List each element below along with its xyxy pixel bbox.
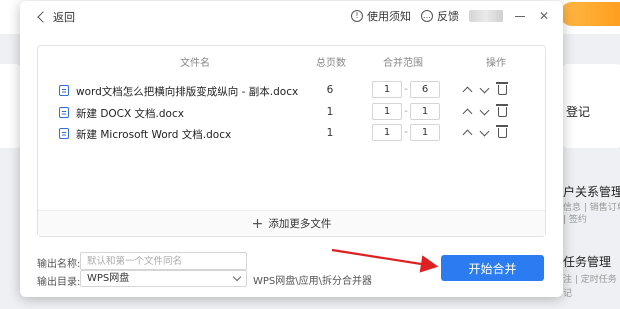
file-name: word文档怎么把横向排版变成纵向 - 副本.docx bbox=[76, 86, 299, 98]
back-button[interactable]: 返回 bbox=[36, 9, 75, 25]
document-icon bbox=[59, 85, 69, 96]
move-down-icon[interactable] bbox=[479, 105, 490, 115]
background-text: 记 bbox=[563, 289, 573, 299]
output-dir-select[interactable]: WPS网盘 bbox=[80, 270, 247, 287]
page-count: 1 bbox=[326, 127, 334, 139]
add-more-files-button[interactable]: + 添加更多文件 bbox=[38, 210, 545, 236]
table-row: 新建 DOCX 文档.docx 1 - bbox=[38, 102, 545, 124]
move-up-icon[interactable] bbox=[462, 108, 473, 118]
trash-icon[interactable] bbox=[496, 82, 508, 95]
column-header-file-name: 文件名 bbox=[180, 58, 210, 69]
merge-range: - bbox=[372, 103, 440, 120]
add-more-label: 添加更多文件 bbox=[268, 218, 332, 230]
close-icon[interactable]: ✕ bbox=[537, 9, 551, 23]
minimize-icon[interactable] bbox=[513, 9, 527, 23]
row-actions bbox=[462, 104, 508, 118]
user-avatar[interactable] bbox=[469, 10, 503, 22]
background-text: | 签约 bbox=[563, 215, 587, 225]
feedback-label: 反馈 bbox=[437, 10, 459, 23]
back-label: 返回 bbox=[53, 11, 75, 24]
move-down-icon[interactable] bbox=[479, 83, 490, 93]
info-icon: ! bbox=[351, 10, 363, 22]
plus-icon: + bbox=[251, 215, 264, 232]
dialog-header: 返回 ! 使用须知 … 反馈 ✕ bbox=[20, 1, 563, 31]
move-up-icon[interactable] bbox=[462, 129, 473, 139]
document-icon bbox=[59, 107, 69, 118]
background-text: 注 | 定时任务 bbox=[563, 275, 617, 285]
column-header-merge-range: 合并范围 bbox=[383, 58, 423, 69]
output-dir-label: 输出目录: bbox=[37, 277, 81, 288]
trash-icon[interactable] bbox=[496, 104, 508, 117]
start-merge-button[interactable]: 开始合并 bbox=[441, 255, 544, 281]
file-name: 新建 Microsoft Word 文档.docx bbox=[76, 129, 232, 141]
background-text: 户关系管理 bbox=[563, 185, 620, 199]
row-actions bbox=[462, 82, 508, 96]
range-end-input[interactable] bbox=[410, 81, 440, 98]
range-end-input[interactable] bbox=[410, 103, 440, 120]
background-orange-button bbox=[560, 2, 620, 26]
background-text: 登记 bbox=[566, 105, 591, 119]
output-name-label: 输出名称: bbox=[37, 259, 81, 270]
table-header: 文件名 总页数 合并范围 操作 bbox=[38, 54, 545, 72]
range-start-input[interactable] bbox=[372, 124, 402, 141]
range-start-input[interactable] bbox=[372, 81, 402, 98]
background-text: 任务管理 bbox=[563, 255, 612, 269]
header-actions: ! 使用须知 … 反馈 ✕ bbox=[351, 8, 551, 24]
document-icon bbox=[59, 128, 69, 139]
page-count: 6 bbox=[326, 84, 334, 96]
feedback-link[interactable]: … 反馈 bbox=[421, 8, 459, 24]
feedback-icon: … bbox=[421, 10, 433, 22]
trash-icon[interactable] bbox=[496, 125, 508, 138]
move-up-icon[interactable] bbox=[462, 86, 473, 96]
chevron-down-icon bbox=[232, 272, 242, 282]
merge-range: - bbox=[372, 81, 440, 98]
background-card-left bbox=[0, 64, 22, 148]
merge-dialog: 返回 ! 使用须知 … 反馈 ✕ 文件名 总页数 合并范围 操作 word文档怎… bbox=[20, 1, 563, 297]
row-actions bbox=[462, 125, 508, 139]
output-name-input[interactable] bbox=[80, 252, 247, 270]
table-row: word文档怎么把横向排版变成纵向 - 副本.docx 6 - bbox=[38, 80, 545, 102]
range-end-input[interactable] bbox=[410, 124, 440, 141]
page-count: 1 bbox=[326, 106, 334, 118]
move-down-icon[interactable] bbox=[479, 126, 490, 136]
table-row: 新建 Microsoft Word 文档.docx 1 - bbox=[38, 123, 545, 145]
column-header-actions: 操作 bbox=[486, 58, 506, 69]
file-list-panel: 文件名 总页数 合并范围 操作 word文档怎么把横向排版变成纵向 - 副本.d… bbox=[37, 45, 546, 237]
usage-notice-label: 使用须知 bbox=[367, 10, 411, 23]
usage-notice-link[interactable]: ! 使用须知 bbox=[351, 8, 411, 24]
range-start-input[interactable] bbox=[372, 103, 402, 120]
merge-range: - bbox=[372, 124, 440, 141]
start-merge-label: 开始合并 bbox=[468, 261, 517, 276]
output-dir-value: WPS网盘 bbox=[87, 273, 130, 284]
chevron-left-icon bbox=[37, 11, 49, 23]
column-header-total-pages: 总页数 bbox=[316, 58, 346, 69]
output-dir-path: WPS网盘\应用\拆分合并器 bbox=[253, 276, 373, 287]
file-name: 新建 DOCX 文档.docx bbox=[76, 108, 184, 120]
